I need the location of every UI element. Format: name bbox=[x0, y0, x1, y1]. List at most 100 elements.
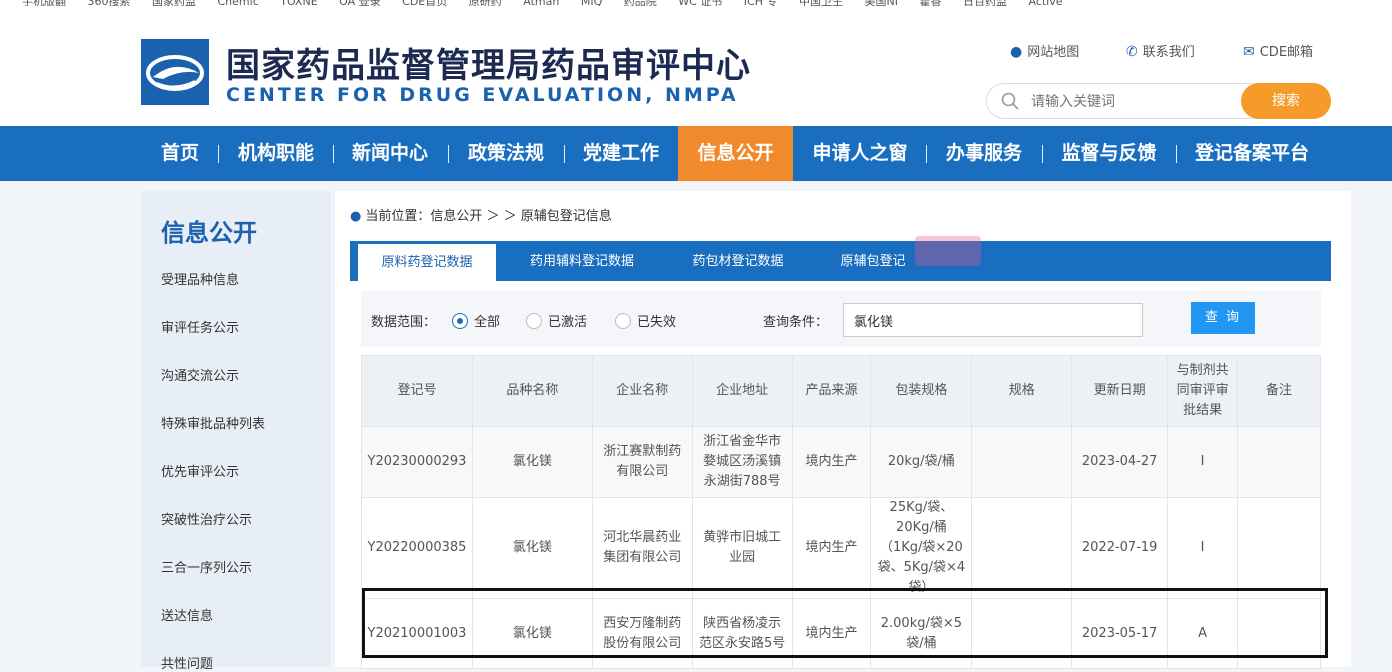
screenshot-tool-overlay bbox=[915, 236, 981, 266]
registration-table: 登记号 品种名称 企业名称 企业地址 产品来源 包装规格 规格 更新日期 与制剂… bbox=[361, 355, 1321, 669]
cell-product: 氯化镁 bbox=[471, 497, 593, 599]
col-header: 与制剂共同审评审批结果 bbox=[1167, 355, 1239, 427]
radio-expired[interactable]: 已失效 bbox=[615, 311, 676, 330]
cell-spec bbox=[971, 497, 1073, 599]
contact-link[interactable]: ✆ 联系我们 bbox=[1126, 41, 1195, 60]
search-button[interactable]: 搜索 bbox=[1241, 83, 1331, 119]
bookmark[interactable]: Active bbox=[1028, 0, 1062, 6]
cell-result: A bbox=[1167, 598, 1239, 669]
cell-source: 境内生产 bbox=[791, 497, 872, 599]
cell-address: 陕西省杨凌示范区永安路5号 bbox=[691, 598, 793, 669]
sidebar-item-review-tasks[interactable]: 审评任务公示 bbox=[161, 317, 239, 336]
search-icon bbox=[1001, 92, 1019, 110]
col-header: 规格 bbox=[971, 355, 1073, 427]
bookmark[interactable]: 药品院 bbox=[624, 0, 657, 6]
sidebar-item-breakthrough[interactable]: 突破性治疗公示 bbox=[161, 509, 252, 528]
nav-party[interactable]: 党建工作 bbox=[566, 126, 676, 181]
cell-note bbox=[1237, 497, 1321, 599]
cell-result: I bbox=[1167, 426, 1239, 498]
sidebar-item-special-approval[interactable]: 特殊审批品种列表 bbox=[161, 413, 265, 432]
bookmark[interactable]: ICH 专 bbox=[744, 0, 778, 6]
nav-applicant[interactable]: 申请人之窗 bbox=[796, 126, 924, 181]
bookmark[interactable]: MIQ bbox=[581, 0, 602, 6]
bookmark[interactable]: Chemic bbox=[218, 0, 259, 6]
cell-spec bbox=[971, 426, 1073, 498]
nav-registration[interactable]: 登记备案平台 bbox=[1178, 126, 1326, 181]
cell-package: 20kg/袋/桶 bbox=[870, 426, 973, 498]
col-header: 登记号 bbox=[361, 355, 473, 427]
cell-source: 境内生产 bbox=[791, 426, 872, 498]
bookmark[interactable]: OA 登录 bbox=[339, 0, 381, 6]
nav-divider bbox=[448, 145, 449, 163]
table-header-row: 登记号 品种名称 企业名称 企业地址 产品来源 包装规格 规格 更新日期 与制剂… bbox=[361, 355, 1321, 427]
nav-news[interactable]: 新闻中心 bbox=[335, 126, 445, 181]
mail-icon: ✉ bbox=[1243, 44, 1255, 60]
nav-info-disclosure[interactable]: 信息公开 bbox=[678, 126, 793, 181]
nav-divider bbox=[926, 145, 927, 163]
nav-functions[interactable]: 机构职能 bbox=[220, 126, 332, 181]
cell-product: 氯化镁 bbox=[471, 598, 593, 669]
site-header: 国家药品监督管理局药品审评中心 CENTER FOR DRUG EVALUATI… bbox=[0, 6, 1392, 126]
tab-combined[interactable]: 原辅包登记 bbox=[822, 241, 924, 281]
sidebar-item-sequence[interactable]: 三合一序列公示 bbox=[161, 557, 252, 576]
bookmark[interactable]: Atman bbox=[523, 0, 559, 6]
table-row[interactable]: Y20210001003 氯化镁 西安万隆制药股份有限公司 陕西省杨凌示范区永安… bbox=[361, 598, 1321, 669]
main-content: ● 当前位置：信息公开 ＞ ＞ 原辅包登记信息 原料药登记数据 药用辅料登记数据 … bbox=[335, 191, 1351, 669]
bookmark[interactable]: WC 证书 bbox=[678, 0, 722, 6]
sidebar-item-delivery[interactable]: 送达信息 bbox=[161, 605, 213, 624]
bookmark[interactable]: 原研药 bbox=[469, 0, 502, 6]
nav-policy[interactable]: 政策法规 bbox=[450, 126, 562, 181]
cell-result: I bbox=[1167, 497, 1239, 599]
nav-divider bbox=[333, 145, 334, 163]
col-header: 品种名称 bbox=[471, 355, 593, 427]
tab-excipient[interactable]: 药用辅料登记数据 bbox=[510, 241, 654, 281]
main-nav: 首页 机构职能 新闻中心 政策法规 党建工作 信息公开 申请人之窗 办事服务 监… bbox=[0, 126, 1392, 181]
cell-note bbox=[1237, 598, 1321, 669]
col-header: 产品来源 bbox=[791, 355, 872, 427]
bookmark[interactable]: TOXNE bbox=[280, 0, 317, 6]
bookmark[interactable]: 美国NI bbox=[865, 0, 898, 6]
search-input[interactable] bbox=[1031, 91, 1231, 113]
query-input[interactable] bbox=[843, 303, 1143, 337]
cell-date: 2022-07-19 bbox=[1071, 497, 1169, 599]
bookmark[interactable]: 藿香 bbox=[919, 0, 941, 6]
nav-services[interactable]: 办事服务 bbox=[928, 126, 1040, 181]
cell-source: 境内生产 bbox=[791, 598, 872, 669]
col-header: 企业名称 bbox=[591, 355, 693, 427]
nav-home[interactable]: 首页 bbox=[142, 126, 218, 181]
nav-feedback[interactable]: 监督与反馈 bbox=[1044, 126, 1174, 181]
bookmark[interactable]: CDE首页 bbox=[402, 0, 447, 6]
cde-logo[interactable] bbox=[141, 39, 209, 105]
location-pin-icon: ● bbox=[350, 209, 362, 224]
bookmark[interactable]: 国家药监 bbox=[152, 0, 196, 6]
site-search: 搜索 bbox=[986, 83, 1331, 119]
nav-divider bbox=[1042, 145, 1043, 163]
table-row[interactable]: Y20220000385 氯化镁 河北华晨药业集团有限公司 黄骅市旧城工业园 境… bbox=[361, 497, 1321, 599]
cell-date: 2023-04-27 bbox=[1071, 426, 1169, 498]
bookmark[interactable]: 日百药监 bbox=[963, 0, 1007, 6]
sidebar-item-priority[interactable]: 优先审评公示 bbox=[161, 461, 239, 480]
query-button[interactable]: 查 询 bbox=[1191, 302, 1255, 334]
sidebar-item-communication[interactable]: 沟通交流公示 bbox=[161, 365, 239, 384]
bookmark[interactable]: 手机版翻 bbox=[22, 0, 66, 6]
cell-company: 河北华晨药业集团有限公司 bbox=[591, 497, 693, 599]
cell-company: 西安万隆制药股份有限公司 bbox=[591, 598, 693, 669]
sitemap-link[interactable]: ● 网站地图 bbox=[1010, 41, 1079, 60]
bookmark[interactable]: 360搜索 bbox=[88, 0, 131, 6]
sidebar-item-accepted[interactable]: 受理品种信息 bbox=[161, 269, 239, 288]
radio-active[interactable]: 已激活 bbox=[526, 311, 587, 330]
radio-all[interactable]: 全部 bbox=[452, 311, 500, 330]
breadcrumb-current[interactable]: 原辅包登记信息 bbox=[521, 209, 612, 224]
sidebar-item-common-issues[interactable]: 共性问题 bbox=[161, 653, 213, 672]
cde-mail-link[interactable]: ✉ CDE邮箱 bbox=[1243, 41, 1313, 60]
cell-spec bbox=[971, 598, 1073, 669]
tab-packaging[interactable]: 药包材登记数据 bbox=[670, 241, 806, 281]
bookmark[interactable]: 中国卫生 bbox=[799, 0, 843, 6]
site-title: 国家药品监督管理局药品审评中心 bbox=[226, 46, 751, 86]
cell-product: 氯化镁 bbox=[471, 426, 593, 498]
nav-divider bbox=[218, 145, 219, 163]
col-header: 备注 bbox=[1237, 355, 1321, 427]
cell-reg-no: Y20220000385 bbox=[361, 497, 473, 599]
tab-api[interactable]: 原料药登记数据 bbox=[358, 244, 496, 281]
table-row[interactable]: Y20230000293 氯化镁 浙江赛默制药有限公司 浙江省金华市婺城区汤溪镇… bbox=[361, 426, 1321, 498]
